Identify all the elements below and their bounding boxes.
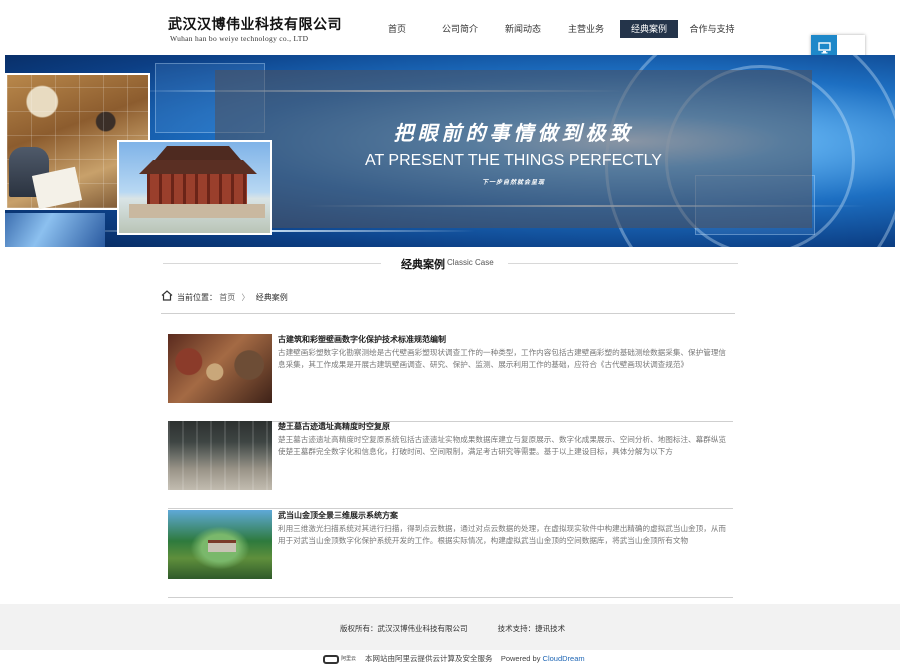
nav-item-news[interactable]: 新闻动态 — [494, 20, 552, 38]
section-heading: 经典案例 Classic Case — [163, 254, 738, 272]
case-description: 古建壁画彩塑数字化勘察测绘是古代壁画彩塑现状调查工作的一种类型，工作内容包括古建… — [278, 348, 727, 369]
case-thumbnail-mural[interactable] — [168, 334, 272, 403]
slogan-cn: 把眼前的事情做到极致 — [393, 121, 634, 145]
slogan-sub: 下一步自然就会呈现 — [481, 179, 545, 186]
nav-item-cases[interactable]: 经典案例 — [620, 20, 678, 38]
powered-by-link[interactable]: CloudDream — [543, 654, 585, 663]
nav-item-home[interactable]: 首页 — [368, 20, 426, 38]
list-item[interactable]: 楚王墓古迹遗址高精度时空复原 楚王墓古迹遗址高精度时空复原系统包括古迹遗址实物成… — [168, 421, 733, 509]
footer-support[interactable]: 技术支持：捷讯技术 — [498, 624, 566, 633]
breadcrumb-prefix: 当前位置： — [177, 293, 217, 302]
section-title: 经典案例 — [401, 259, 445, 271]
decorative-photo-strip — [5, 213, 105, 247]
case-title[interactable]: 古建筑和彩塑壁画数字化保护技术标准规范编制 — [278, 334, 446, 345]
footer-copyright: 版权所有：武汉汉博伟业科技有限公司 — [340, 624, 468, 633]
slogan-en: AT PRESENT THE THINGS PERFECTLY — [365, 152, 662, 169]
case-description: 楚王墓古迹遗址高精度时空复原系统包括古迹遗址实物成果数据库建立与复原展示、数字化… — [278, 435, 727, 456]
company-logo-en: Wuhan han bo weiye technology co., LTD — [170, 34, 309, 43]
nav-item-about[interactable]: 公司简介 — [431, 20, 489, 38]
nav-item-cooperation[interactable]: 合作与支持 — [683, 20, 741, 38]
slogan-overlay: 把眼前的事情做到极致 AT PRESENT THE THINGS PERFECT… — [215, 70, 812, 228]
cloud-brand: 阿里云 — [341, 655, 357, 662]
nav-item-business[interactable]: 主营业务 — [557, 20, 615, 38]
powered-by-bar: 阿里云 本网站由阿里云提供云计算及安全服务 Powered by CloudDre… — [323, 653, 585, 665]
breadcrumb-separator: 〉 — [241, 293, 250, 302]
list-item[interactable]: 武当山金顶全景三维展示系统方案 利用三维激光扫描系统对其进行扫描，得到点云数据，… — [168, 510, 733, 598]
site-footer: 版权所有：武汉汉博伟业科技有限公司 技术支持：捷讯技术 — [0, 604, 900, 650]
site-header: 武汉汉博伟业科技有限公司 Wuhan han bo weiye technolo… — [0, 0, 900, 55]
case-description: 利用三维激光扫描系统对其进行扫描，得到点云数据，通过对点云数据的处理，在虚拟现实… — [278, 524, 727, 545]
case-title[interactable]: 武当山金顶全景三维展示系统方案 — [278, 510, 398, 521]
cloud-logo-icon — [323, 654, 339, 664]
cloud-service-text[interactable]: 本网站由阿里云提供云计算及安全服务 — [365, 654, 493, 663]
case-thumbnail-wudang[interactable] — [168, 510, 272, 579]
home-icon — [161, 290, 173, 302]
case-title[interactable]: 楚王墓古迹遗址高精度时空复原 — [278, 421, 390, 432]
breadcrumb-home-link[interactable]: 首页 — [219, 293, 235, 302]
case-thumbnail-tomb[interactable] — [168, 421, 272, 490]
temple-render-image — [117, 140, 272, 235]
powered-by-prefix: Powered by — [500, 654, 543, 663]
list-item[interactable]: 古建筑和彩塑壁画数字化保护技术标准规范编制 古建壁画彩塑数字化勘察测绘是古代壁画… — [168, 334, 733, 422]
company-logo-cn[interactable]: 武汉汉博伟业科技有限公司 — [168, 14, 342, 34]
breadcrumb-current: 经典案例 — [255, 293, 288, 302]
main-nav: 首页 公司简介 新闻动态 主营业务 经典案例 合作与支持 — [368, 20, 746, 38]
section-title-en: Classic Case — [447, 258, 494, 267]
breadcrumb: 当前位置： 首页 〉 经典案例 — [161, 290, 735, 314]
hero-banner: 把眼前的事情做到极致 AT PRESENT THE THINGS PERFECT… — [5, 55, 895, 247]
